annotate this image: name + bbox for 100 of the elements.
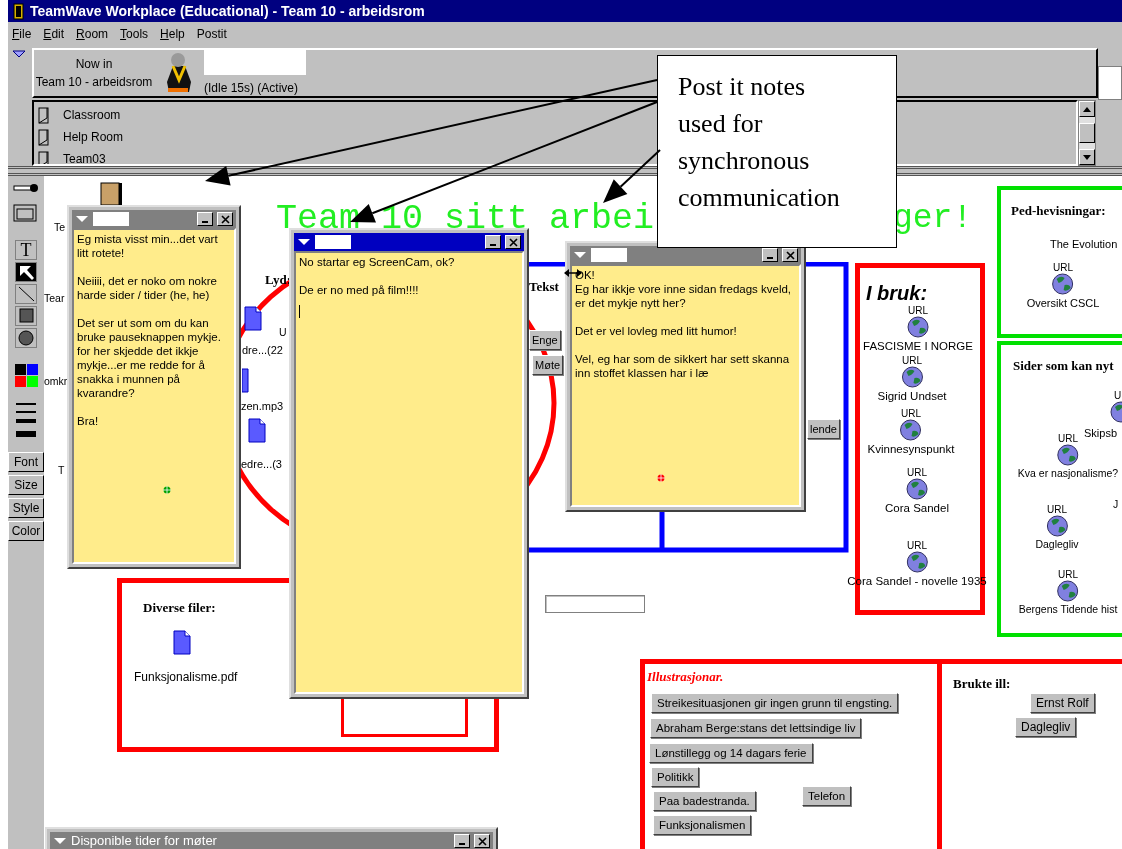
globe-icon[interactable]	[1057, 580, 1079, 602]
rect-tool[interactable]	[15, 306, 37, 326]
color-swatch[interactable]	[26, 376, 38, 387]
format-button[interactable]: Font	[8, 452, 44, 472]
minimize-button[interactable]	[485, 235, 501, 249]
file-icon[interactable]	[244, 306, 262, 332]
link-label[interactable]: Daglegliv	[1035, 537, 1079, 553]
close-button[interactable]	[474, 834, 490, 848]
menu-item[interactable]: Tools	[120, 25, 149, 43]
window-title: TeamWave Workplace (Educational) - Team 10 - arbeidsrom	[30, 1, 425, 21]
minimize-icon	[202, 221, 208, 223]
menu-item[interactable]: Postit	[196, 25, 227, 43]
line-tool[interactable]	[15, 284, 37, 304]
board-button[interactable]: Funksjonalismen	[653, 815, 752, 835]
item-label: The Evolution	[1050, 237, 1118, 252]
collapse-icon[interactable]	[12, 50, 26, 58]
board-button[interactable]: lende	[807, 419, 840, 439]
section-heading: Lyd:	[265, 271, 291, 289]
minimize-button[interactable]	[762, 248, 778, 262]
section-heading: Illustrasjonar.	[647, 668, 724, 686]
item-label: U	[279, 326, 287, 338]
format-button[interactable]: Size	[8, 475, 44, 495]
link-label[interactable]: Bergens Tidende hist	[1018, 602, 1118, 618]
note-title-field	[591, 248, 627, 262]
text-field[interactable]	[545, 595, 645, 613]
format-button[interactable]: Color	[8, 521, 44, 541]
file-label[interactable]: zen.mp3	[241, 400, 284, 412]
color-swatch[interactable]	[14, 376, 26, 387]
file-icon[interactable]	[248, 418, 266, 444]
close-button[interactable]	[782, 248, 798, 262]
board-button[interactable]: Abraham Berge:stans det lettsindige liv	[650, 718, 862, 738]
close-icon	[785, 250, 795, 260]
note-title-field	[315, 235, 351, 249]
close-button[interactable]	[217, 212, 233, 226]
item-label: T	[58, 464, 65, 476]
circle-tool[interactable]	[15, 328, 37, 348]
url-tag: URL	[1053, 263, 1073, 273]
menu-item[interactable]: File	[12, 25, 32, 43]
globe-icon[interactable]	[907, 316, 929, 338]
url-tag: URL	[907, 468, 927, 478]
color-swatch[interactable]	[14, 364, 26, 375]
menu-item[interactable]: Help	[160, 25, 185, 43]
board-button[interactable]: Ernst Rolf	[1030, 693, 1095, 713]
room-name: Team 10 - arbeidsrom	[34, 74, 154, 91]
file-label[interactable]: Funksjonalisme.pdf	[134, 668, 238, 686]
text-tool[interactable]: T	[15, 240, 37, 260]
window-tool-icon[interactable]	[13, 204, 39, 222]
link-label[interactable]: Sigrid Undset	[877, 388, 947, 406]
pointer-tool[interactable]	[15, 262, 37, 282]
section-heading: Diverse filer:	[143, 599, 216, 617]
connector-tool-icon[interactable]	[13, 182, 39, 194]
link-label[interactable]: FASCISME I NORGE	[863, 338, 973, 356]
globe-icon[interactable]	[1046, 515, 1068, 537]
board-button[interactable]: Telefon	[802, 786, 852, 806]
door-icon[interactable]	[100, 182, 123, 205]
door-icon	[38, 106, 49, 124]
menu-icon[interactable]	[297, 238, 311, 246]
globe-icon[interactable]	[901, 366, 923, 388]
board-button[interactable]: Streikesituasjonen gir ingen grunn til engsting.	[651, 693, 899, 713]
globe-icon[interactable]	[906, 478, 928, 500]
board-button[interactable]: Lønstillegg og 14 dagars ferie	[649, 743, 813, 763]
item-label: omkr	[44, 375, 68, 387]
room-list-entry[interactable]: Team03	[63, 150, 106, 164]
scroll-down-icon[interactable]	[1082, 153, 1092, 161]
globe-icon[interactable]	[1110, 401, 1122, 423]
globe-icon[interactable]	[906, 551, 928, 573]
section-heading: Ped-hevisningar:	[1011, 202, 1106, 220]
link-label[interactable]: Cora Sandel	[885, 500, 949, 518]
menu-item[interactable]: Room	[76, 25, 109, 43]
close-icon	[508, 237, 518, 247]
board-button[interactable]: Daglegliv	[1015, 717, 1077, 737]
board-button[interactable]: Møte	[532, 355, 564, 375]
line-width-icon[interactable]	[16, 403, 36, 437]
status-text: (Idle 15s) (Active)	[204, 80, 300, 97]
scrollbar[interactable]	[1078, 100, 1096, 166]
room-list-entry[interactable]: Classroom	[63, 106, 121, 124]
room-list-entry[interactable]: Help Room	[63, 128, 124, 146]
menu-item[interactable]: Edit	[43, 25, 65, 43]
scroll-up-icon[interactable]	[1082, 105, 1092, 113]
file-icon[interactable]	[173, 630, 191, 656]
minimize-button[interactable]	[454, 834, 470, 848]
link-label[interactable]: Skipsb	[1084, 425, 1118, 442]
globe-icon[interactable]	[900, 419, 922, 441]
board-button[interactable]: Paa badestranda.	[653, 791, 756, 811]
board-button[interactable]: Enge	[529, 330, 561, 350]
close-button[interactable]	[505, 235, 521, 249]
link-label[interactable]: Kva er nasjonalisme?	[1017, 466, 1119, 482]
minimize-button[interactable]	[197, 212, 213, 226]
link-label[interactable]: Kvinnesynspunkt	[867, 441, 955, 459]
note-text[interactable]: No startar eg ScreenCam, ok? De er no med på film!!!!	[299, 255, 519, 297]
file-label[interactable]: edre...(3	[241, 458, 282, 470]
color-swatch[interactable]	[26, 364, 38, 375]
board-button[interactable]: Politikk	[651, 767, 700, 787]
url-tag: U	[1114, 391, 1122, 401]
globe-icon[interactable]	[1052, 273, 1074, 295]
globe-icon[interactable]	[1057, 444, 1079, 466]
format-button[interactable]: Style	[8, 498, 44, 518]
file-label[interactable]: dre...(22	[242, 344, 283, 356]
section-heading: I bruk:	[866, 282, 928, 304]
link-label[interactable]: Oversikt CSCL	[1026, 295, 1100, 312]
